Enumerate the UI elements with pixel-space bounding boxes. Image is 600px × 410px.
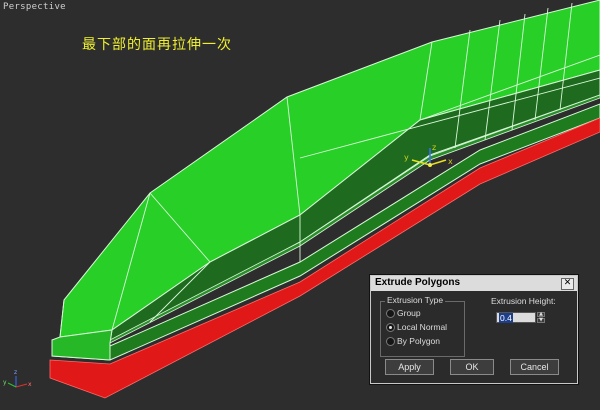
gizmo-x-label: x bbox=[448, 157, 453, 166]
perspective-viewport[interactable]: z y x z x y Perspective 最下部的面再拉伸一次 Extru… bbox=[0, 0, 600, 410]
tripod-z-label: z bbox=[14, 369, 17, 376]
radio-by-polygon-icon[interactable] bbox=[386, 337, 395, 346]
axis-tripod: z x y bbox=[3, 369, 32, 388]
extrusion-type-group: Extrusion Type Group Local Normal By Pol… bbox=[380, 295, 465, 357]
extrusion-height-spinner[interactable]: ▲ ▼ bbox=[537, 312, 545, 323]
tripod-x-label: x bbox=[28, 381, 32, 388]
dialog-title-bar[interactable]: Extrude Polygons ✕ bbox=[371, 276, 577, 291]
radio-by-polygon-label: By Polygon bbox=[397, 336, 440, 346]
dialog-title: Extrude Polygons bbox=[375, 277, 461, 288]
radio-group-icon[interactable] bbox=[386, 309, 395, 318]
radio-local-normal[interactable]: Local Normal bbox=[386, 322, 448, 332]
close-icon[interactable]: ✕ bbox=[561, 278, 574, 290]
spinner-down-icon[interactable]: ▼ bbox=[537, 318, 545, 323]
radio-group[interactable]: Group bbox=[386, 308, 421, 318]
extrude-polygons-dialog: Extrude Polygons ✕ Extrusion Type Group … bbox=[370, 275, 578, 384]
extrusion-height-input[interactable]: 0.4 bbox=[496, 312, 536, 323]
viewport-label[interactable]: Perspective bbox=[3, 2, 66, 12]
gizmo-z-label: z bbox=[432, 143, 436, 152]
radio-local-normal-label: Local Normal bbox=[397, 322, 448, 332]
extrusion-height-value[interactable]: 0.4 bbox=[499, 313, 513, 323]
gizmo-y-label: y bbox=[404, 153, 409, 162]
tripod-y-label: y bbox=[3, 379, 7, 386]
radio-group-label: Group bbox=[397, 308, 421, 318]
radio-local-normal-icon[interactable] bbox=[386, 323, 395, 332]
cancel-button[interactable]: Cancel bbox=[510, 359, 559, 375]
apply-button[interactable]: Apply bbox=[385, 359, 434, 375]
extrusion-height-label: Extrusion Height: bbox=[491, 296, 556, 306]
annotation-text: 最下部的面再拉伸一次 bbox=[82, 37, 232, 53]
extrusion-type-title: Extrusion Type bbox=[385, 295, 446, 305]
radio-by-polygon[interactable]: By Polygon bbox=[386, 336, 440, 346]
ok-button[interactable]: OK bbox=[450, 359, 494, 375]
